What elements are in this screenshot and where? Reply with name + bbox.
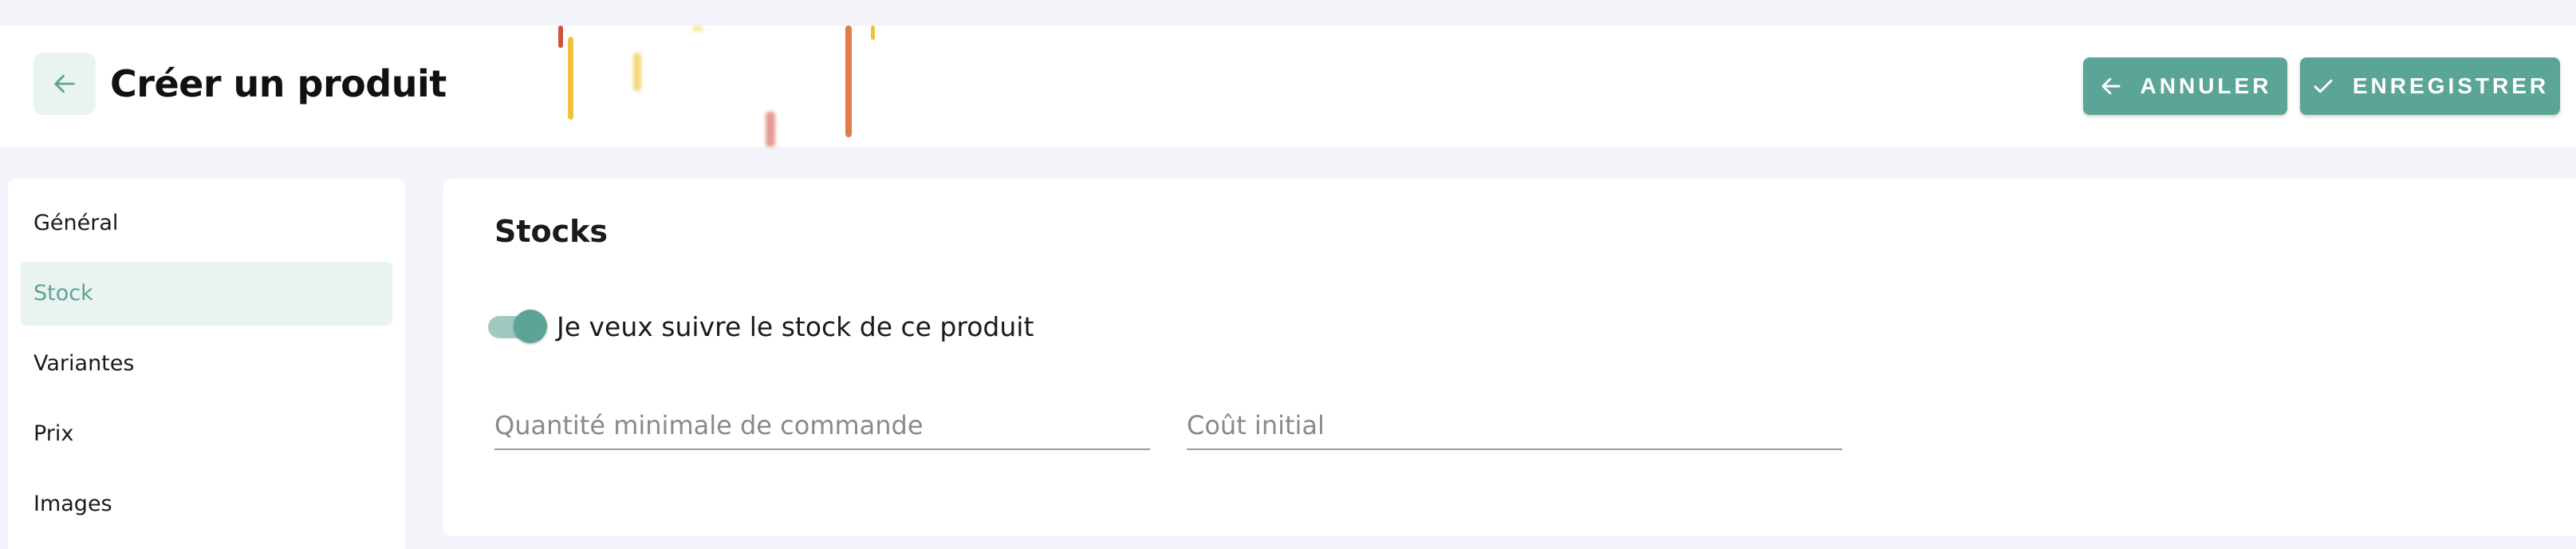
confetti-decoration	[766, 112, 775, 147]
save-button-label: ENREGISTRER	[2352, 73, 2550, 98]
section-title: Stocks	[494, 214, 609, 249]
check-icon	[2311, 74, 2335, 98]
page-title: Créer un produit	[110, 62, 447, 105]
min-quantity-field	[494, 402, 1150, 450]
arrow-left-icon	[54, 74, 75, 93]
track-stock-label[interactable]: Je veux suivre le stock de ce produit	[557, 306, 1034, 348]
sidebar-nav: Général Stock Variantes Prix Images	[8, 179, 405, 549]
confetti-decoration	[845, 26, 852, 137]
sidebar-item-general[interactable]: Général	[21, 192, 392, 255]
confetti-decoration	[633, 53, 641, 91]
initial-cost-input[interactable]	[1187, 402, 1842, 448]
page-header: Créer un produit ANNULER ENREGISTRER	[0, 26, 2576, 147]
stock-panel: Stocks Je veux suivre le stock de ce pro…	[443, 179, 2576, 536]
cancel-button[interactable]: ANNULER	[2083, 57, 2287, 115]
sidebar-item-variantes[interactable]: Variantes	[21, 332, 392, 396]
track-stock-toggle[interactable]	[486, 310, 547, 345]
min-quantity-input[interactable]	[494, 402, 1150, 448]
confetti-decoration	[558, 26, 563, 48]
toggle-thumb	[514, 310, 547, 343]
confetti-decoration	[568, 37, 573, 120]
back-button[interactable]	[33, 53, 96, 115]
save-button[interactable]: ENREGISTRER	[2300, 57, 2560, 115]
initial-cost-field	[1187, 402, 1842, 450]
sidebar-item-images[interactable]: Images	[21, 472, 392, 536]
cancel-button-label: ANNULER	[2140, 73, 2272, 98]
confetti-decoration	[692, 26, 703, 32]
sidebar-item-stock[interactable]: Stock	[21, 262, 392, 326]
sidebar-item-prix[interactable]: Prix	[21, 402, 392, 466]
arrow-left-icon	[2099, 74, 2123, 98]
confetti-decoration	[871, 26, 875, 40]
